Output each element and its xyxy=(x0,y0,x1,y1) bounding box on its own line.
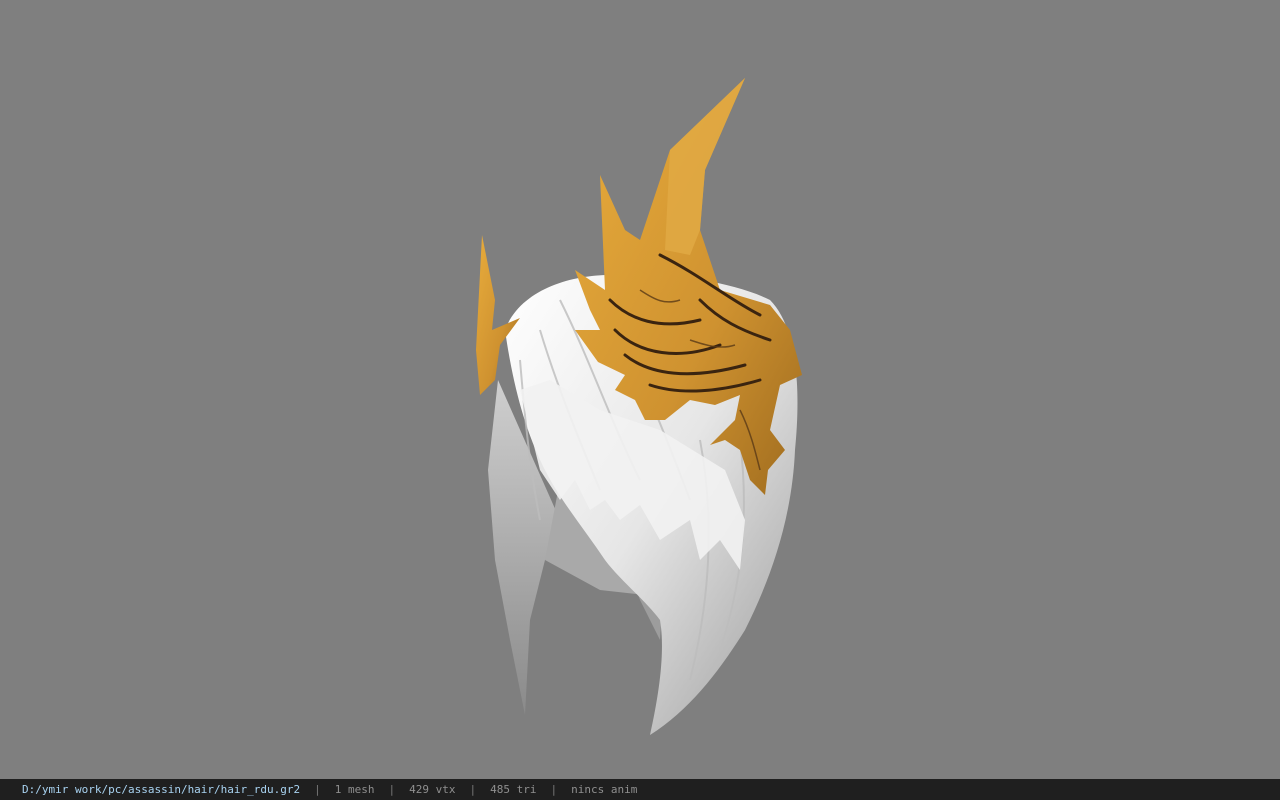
separator: | xyxy=(550,783,558,796)
file-path: D:/ymir work/pc/assassin/hair/hair_rdu.g… xyxy=(22,783,301,796)
triangle-count: 485 tri xyxy=(490,783,537,796)
separator: | xyxy=(314,783,321,796)
3d-viewport[interactable] xyxy=(0,0,1280,779)
separator: | xyxy=(469,783,477,796)
vertex-count: 429 vtx xyxy=(409,783,456,796)
separator: | xyxy=(388,783,396,796)
animation-status: nincs anim xyxy=(571,783,638,796)
mesh-count: 1 mesh xyxy=(334,783,375,796)
status-bar: D:/ymir work/pc/assassin/hair/hair_rdu.g… xyxy=(0,779,1280,800)
hair-model-render[interactable] xyxy=(0,0,1280,779)
